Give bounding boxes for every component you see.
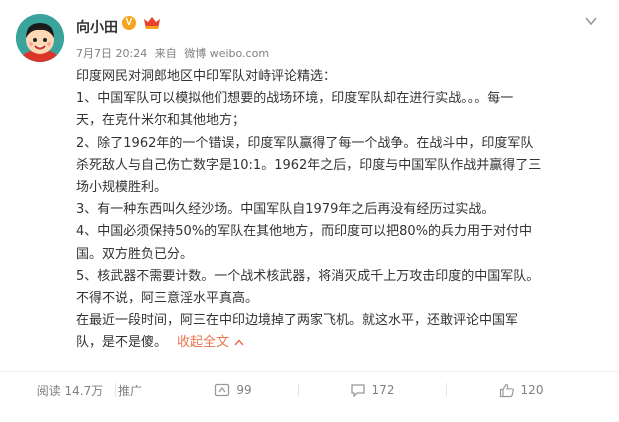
like-button[interactable]: 120 [471, 372, 571, 408]
avatar-cartoon-icon [16, 14, 64, 62]
avatar[interactable] [16, 14, 64, 62]
post-meta: 7月7日 20:24 来自 微博 weibo.com [76, 45, 273, 61]
repost-icon [215, 383, 230, 397]
post-line: 5、核武器不需要计数。一个战术核武器，将消灭成千上万攻击印度的中国军队。 [76, 268, 540, 284]
post-line: 杀死敌人与自己伤亡数字是10:1。1962年之后，印度与中国军队作战并赢得了三 [76, 157, 542, 173]
post-line: 4、中国必须保持50%的军队在其他地方，而印度可以把80%的兵力用于对付中 [76, 224, 533, 240]
post-line: 3、有一种东西叫久经沙场。中国军队自1979年之后再没有经历过实战。 [76, 202, 495, 218]
comment-count: 172 [371, 383, 395, 397]
collapse-full-text-link[interactable]: 收起全文 [177, 335, 244, 350]
repost-count: 99 [236, 383, 252, 397]
footer-separator [115, 383, 116, 397]
post-line: 印度网民对洞郎地区中印军队对峙评论精选： [76, 69, 337, 84]
post-line: 2、除了1962年的一个错误，印度军队赢得了每一个战争。在战斗中，印度军队 [76, 135, 534, 151]
views-label: 阅读 14.7万 [36, 383, 104, 398]
footer-separator [298, 383, 299, 397]
post-line: 不得不说，阿三意淫水平真高。 [76, 290, 259, 306]
weibo-post-card: 向小田 V 7月7日 20:24 来自 微博 weibo.com 印度网民对洞郎… [0, 0, 619, 422]
post-footer: 阅读 14.7万 推广 99 172 120 [0, 372, 619, 408]
comment-button[interactable]: 172 [322, 372, 422, 408]
footer-separator [446, 383, 447, 397]
thumbs-up-icon [499, 383, 514, 397]
member-crown-icon[interactable] [142, 15, 162, 31]
repost-button[interactable]: 99 [183, 372, 283, 408]
post-time[interactable]: 7月7日 20:24 [76, 47, 147, 60]
chevron-up-icon [234, 332, 244, 354]
promote-label: 推广 [118, 383, 143, 398]
comment-icon [350, 384, 365, 397]
post-line-last: 队，是不是傻。 收起全文 [76, 332, 596, 354]
views-count: 阅读 14.7万 [25, 372, 115, 408]
like-count: 120 [520, 383, 544, 397]
username[interactable]: 向小田 [76, 17, 118, 37]
post-line: 场小规模胜利。 [76, 179, 168, 195]
verified-badge-icon: V [122, 16, 136, 30]
source-prefix: 来自 [154, 47, 177, 60]
post-line: 在最近一段时间，阿三在中印边境掉了两家飞机。就这水平，还敢评论中国军 [76, 313, 519, 329]
post-line: 国。双方胜负已分。 [76, 246, 194, 262]
post-line: 天，在克什米尔和其他地方； [76, 113, 246, 129]
promote-button[interactable]: 推广 [118, 372, 168, 408]
post-line: 队，是不是傻。 [76, 335, 168, 351]
post-source[interactable]: 微博 weibo.com [184, 47, 269, 60]
post-line: 1、中国军队可以模拟他们想要的战场环境，印度军队却在进行实战。。。每一 [76, 91, 514, 107]
post-text: 印度网民对洞郎地区中印军队对峙评论精选： 1、中国军队可以模拟他们想要的战场环境… [76, 66, 596, 354]
collapse-label: 收起全文 [177, 335, 230, 351]
chevron-down-icon[interactable] [585, 16, 597, 26]
